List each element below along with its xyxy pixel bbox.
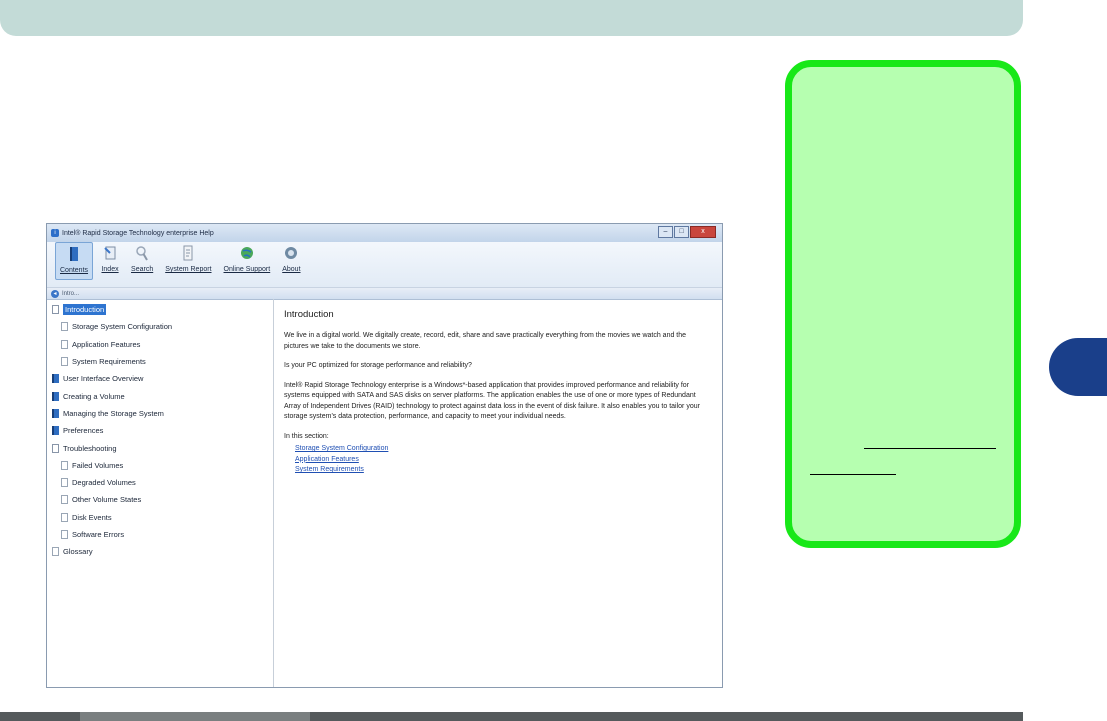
title-bar: i Intel® Rapid Storage Technology enterp… [47, 224, 722, 242]
about-icon [285, 247, 298, 259]
maximize-button[interactable]: □ [674, 226, 689, 238]
search-button[interactable]: Search [127, 242, 157, 280]
index-icon [104, 246, 116, 260]
book-icon [52, 305, 59, 315]
tree-item[interactable]: Disk Events [47, 509, 273, 526]
minimize-button[interactable]: – [658, 226, 673, 238]
tree-item-label: Managing the Storage System [63, 408, 164, 418]
book-icon [52, 391, 59, 401]
tree-item-label: System Requirements [72, 357, 146, 367]
book-icon [52, 443, 59, 453]
tree-item[interactable]: Software Errors [47, 526, 273, 543]
tree-item[interactable]: Degraded Volumes [47, 474, 273, 491]
tree-item[interactable]: Creating a Volume [47, 387, 273, 404]
close-button[interactable]: x [690, 226, 716, 238]
system-report-label: System Report [165, 266, 212, 273]
tree-item[interactable]: Storage System Configuration [47, 318, 273, 335]
page-icon [61, 460, 68, 470]
page-icon [61, 512, 68, 522]
online-support-button[interactable]: Online Support [220, 242, 275, 280]
note-link-underline-2 [810, 474, 896, 475]
about-button[interactable]: About [278, 242, 304, 280]
link-storage-system-configuration[interactable]: Storage System Configuration [295, 444, 712, 455]
tree-item-label: Software Errors [72, 530, 125, 539]
search-icon [136, 246, 148, 261]
index-label: Index [101, 266, 119, 273]
section-links: Storage System Configuration Application… [295, 444, 712, 476]
tree-item-label: Creating a Volume [63, 391, 125, 401]
tree-item-label: Preferences [63, 426, 104, 436]
tree-item[interactable]: Introduction [47, 301, 273, 318]
page-icon [61, 357, 68, 367]
about-label: About [282, 266, 301, 273]
toolbar: Contents Index Search System Report Onli… [47, 242, 722, 288]
link-system-requirements[interactable]: System Requirements [295, 465, 712, 476]
online-support-label: Online Support [223, 266, 271, 273]
contents-button[interactable]: Contents [55, 242, 94, 280]
note-link-underline-1 [864, 448, 996, 449]
topic-heading: Introduction [284, 309, 334, 320]
app-icon: i [51, 229, 59, 237]
page-icon [52, 547, 59, 557]
tree-item-label: Troubleshooting [63, 443, 117, 453]
page-header-bar [0, 0, 1023, 36]
tree-item[interactable]: Preferences [47, 422, 273, 439]
tree-item[interactable]: Other Volume States [47, 491, 273, 508]
book-icon [52, 408, 59, 418]
tree-item[interactable]: User Interface Overview [47, 370, 273, 387]
report-icon [183, 245, 193, 261]
tree-item-label: Application Features [72, 339, 141, 349]
help-window: i Intel® Rapid Storage Technology enterp… [46, 223, 723, 688]
tree-item-label: Failed Volumes [72, 460, 124, 470]
page-icon [61, 339, 68, 349]
intro-paragraph: We live in a digital world. We digitally… [284, 332, 687, 350]
index-button[interactable]: Index [97, 242, 123, 280]
contents-book-icon [70, 247, 79, 261]
tree-item[interactable]: Glossary [47, 543, 273, 560]
tree-item[interactable]: Application Features [47, 336, 273, 353]
link-application-features[interactable]: Application Features [295, 455, 712, 466]
tree-item-label: User Interface Overview [63, 374, 144, 384]
note-link[interactable] [810, 448, 996, 476]
page-icon [61, 530, 68, 539]
tree-item-label: Degraded Volumes [72, 478, 136, 488]
contents-label: Contents [60, 267, 89, 274]
description-paragraph: Intel® Rapid Storage Technology enterpri… [284, 381, 700, 421]
tree-item[interactable]: Failed Volumes [47, 457, 273, 474]
globe-icon [240, 247, 253, 259]
contents-tree: Introduction Storage System Configuration… [47, 299, 274, 687]
system-report-button[interactable]: System Report [161, 242, 215, 280]
page-icon [61, 322, 68, 332]
tree-item[interactable]: System Requirements [47, 353, 273, 370]
back-icon[interactable]: ◂ [51, 289, 59, 298]
tree-item-label: Disk Events [72, 512, 112, 522]
page-icon [61, 478, 68, 488]
topic-content: Introduction We live in a digital world.… [274, 299, 722, 687]
page-icon [61, 495, 68, 505]
tree-item[interactable]: Managing the Storage System [47, 405, 273, 422]
book-icon [52, 374, 59, 384]
breadcrumb: Intro... [62, 290, 80, 297]
tree-item-label: Other Volume States [72, 495, 142, 505]
search-label: Search [131, 266, 154, 273]
window-title: Intel® Rapid Storage Technology enterpri… [62, 229, 214, 237]
in-section-label: In this section: [284, 432, 329, 440]
tree-item-label: Introduction [63, 304, 107, 316]
footer-highlight [80, 712, 310, 721]
help-panes: Introduction Storage System Configuration… [47, 299, 722, 687]
tree-item-label: Storage System Configuration [72, 322, 173, 332]
page-footer-bar [0, 712, 1023, 721]
window-controls: – □ x [657, 226, 716, 238]
tree-item[interactable]: Troubleshooting [47, 439, 273, 456]
book-icon [52, 426, 59, 436]
chapter-tab [1049, 338, 1107, 396]
tree-item-label: Glossary [63, 547, 93, 557]
question-paragraph: Is your PC optimized for storage perform… [284, 362, 472, 369]
